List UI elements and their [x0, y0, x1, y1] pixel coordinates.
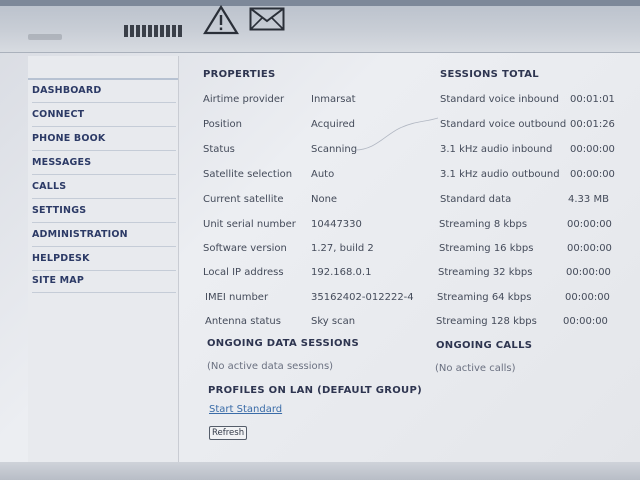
session-label: 3.1 kHz audio inbound [440, 144, 553, 155]
property-value: 192.168.0.1 [311, 267, 372, 278]
property-value: 10447330 [311, 219, 362, 230]
session-label: Streaming 16 kbps [439, 243, 534, 254]
session-value: 00:00:00 [570, 169, 615, 180]
session-value: 00:00:00 [566, 267, 611, 278]
sidebar-item-connect[interactable]: CONNECT [32, 104, 176, 127]
property-label: Position [203, 119, 242, 130]
property-label: IMEI number [205, 292, 269, 303]
sessions-title: SESSIONS TOTAL [440, 69, 539, 80]
sidebar-item-calls[interactable]: CALLS [32, 176, 176, 199]
sidebar-item-site-map[interactable]: SITE MAP [32, 270, 176, 293]
session-label: 3.1 kHz audio outbound [440, 169, 560, 180]
property-label: Airtime provider [203, 94, 285, 105]
header-bar [0, 0, 640, 53]
session-value: 00:00:00 [570, 144, 615, 155]
sidebar-item-phone-book[interactable]: PHONE BOOK [32, 128, 176, 151]
ongoing-calls-empty: (No active calls) [435, 363, 516, 374]
mail-icon[interactable] [249, 7, 285, 31]
sidebar-item-messages[interactable]: MESSAGES [32, 152, 176, 175]
session-label: Streaming 32 kbps [438, 267, 533, 278]
sidebar-item-settings[interactable]: SETTINGS [32, 200, 176, 223]
property-value: Acquired [311, 119, 356, 130]
ongoing-data-title: ONGOING DATA SESSIONS [207, 338, 359, 349]
session-label: Standard voice outbound [440, 119, 567, 130]
property-value: 35162402-012222-4 [311, 292, 414, 303]
session-label: Standard data [440, 194, 512, 205]
sidebar-nav: DASHBOARD CONNECT PHONE BOOK MESSAGES CA… [28, 56, 179, 476]
session-value: 00:00:00 [567, 219, 612, 230]
bottom-bezel [0, 462, 640, 480]
property-value: Inmarsat [311, 94, 356, 105]
session-label: Streaming 128 kbps [436, 316, 537, 327]
sidebar-item-dashboard[interactable]: DASHBOARD [32, 80, 176, 103]
sidebar-item-administration[interactable]: ADMINISTRATION [32, 224, 176, 247]
property-label: Antenna status [205, 316, 281, 327]
session-label: Streaming 8 kbps [439, 219, 528, 230]
property-label: Unit serial number [203, 219, 296, 230]
warning-icon[interactable] [203, 5, 239, 35]
ongoing-calls-title: ONGOING CALLS [436, 340, 533, 351]
property-label: Status [203, 144, 235, 155]
property-label: Satellite selection [203, 169, 293, 180]
property-value: 1.27, build 2 [311, 243, 374, 254]
property-label: Software version [203, 243, 287, 254]
profiles-title: PROFILES ON LAN (DEFAULT GROUP) [208, 385, 422, 396]
session-label: Standard voice inbound [440, 94, 559, 105]
start-standard-link[interactable]: Start Standard [209, 404, 282, 415]
session-value: 00:00:00 [567, 243, 612, 254]
property-value: Auto [311, 169, 335, 180]
session-value: 00:01:26 [570, 119, 615, 130]
session-value: 00:01:01 [570, 94, 615, 105]
property-label: Local IP address [203, 267, 284, 278]
sidebar-item-helpdesk[interactable]: HELPDESK [32, 248, 176, 271]
sidebar-header [28, 56, 178, 80]
session-value: 00:00:00 [563, 316, 608, 327]
session-label: Streaming 64 kbps [437, 292, 532, 303]
session-value: 4.33 MB [568, 194, 609, 205]
brand-logo [28, 34, 62, 40]
pointer-trail [354, 117, 439, 151]
header-top-strip [0, 0, 640, 6]
screen: DASHBOARD CONNECT PHONE BOOK MESSAGES CA… [0, 0, 640, 480]
property-label: Current satellite [203, 194, 284, 205]
property-value: None [311, 194, 338, 205]
property-value: Sky scan [311, 316, 356, 327]
signal-strength-icon [124, 23, 182, 37]
refresh-button[interactable]: Refresh [209, 426, 248, 440]
ongoing-data-empty: (No active data sessions) [207, 361, 334, 372]
properties-title: PROPERTIES [203, 69, 276, 80]
session-value: 00:00:00 [565, 292, 610, 303]
